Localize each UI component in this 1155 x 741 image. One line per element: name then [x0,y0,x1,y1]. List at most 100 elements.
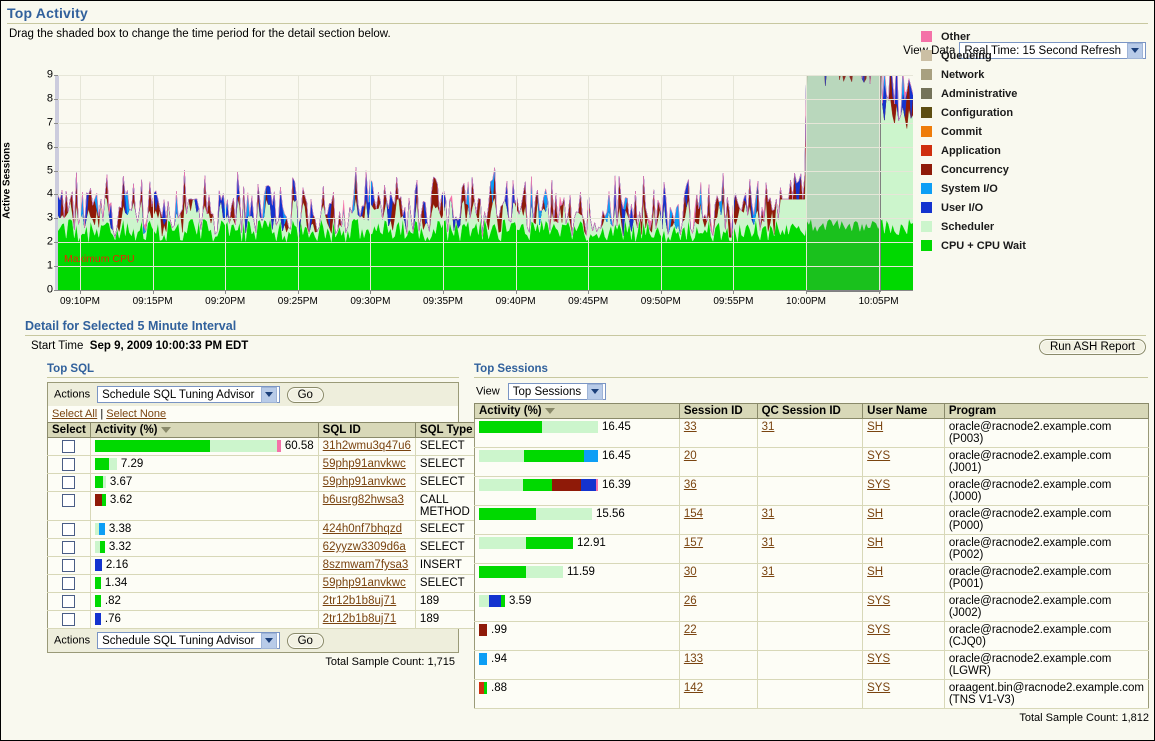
user-name-link[interactable]: SYS [867,595,890,607]
activity-bar-track [94,523,105,535]
select-none-link[interactable]: Select None [106,408,166,420]
row-select-cell [47,574,91,593]
row-select-cell [47,491,91,521]
top-sql-actions-select-bottom[interactable]: Schedule SQL Tuning Advisor [97,632,280,649]
sql-id-link[interactable]: 2tr12b1b8uj71 [323,613,397,625]
user-name-link[interactable]: SYS [867,479,890,491]
user-name-link[interactable]: SH [867,537,883,549]
chart-y-tick-mark [54,218,58,220]
row-checkbox[interactable] [62,559,76,572]
chart-x-tick-mark [80,290,81,294]
column-header-session-id[interactable]: Session ID [678,403,758,419]
session-id-link[interactable]: 22 [684,624,697,636]
activity-cell: 16.39 [474,476,680,506]
row-checkbox[interactable] [62,595,76,608]
user-name-link[interactable]: SYS [867,624,890,636]
user-name-link[interactable]: SH [867,566,883,578]
run-ash-report-button[interactable]: Run ASH Report [1038,339,1146,355]
row-checkbox[interactable] [62,577,76,590]
session-id-link[interactable]: 142 [684,682,703,694]
activity-bar-segment [581,479,596,491]
user-name-cell: SH [862,563,945,593]
top-sql-actions-select-top[interactable]: Schedule SQL Tuning Advisor [97,386,280,403]
column-header-sql-id[interactable]: SQL ID [317,422,416,438]
session-id-link[interactable]: 36 [684,479,697,491]
session-id-link[interactable]: 26 [684,595,697,607]
sql-id-link[interactable]: 59php91anvkwc [323,458,406,470]
top-sql-table[interactable]: Select Activity (%) SQL ID SQL Type 60.58 31h… [47,422,478,629]
user-name-link[interactable]: SYS [867,653,890,665]
sql-id-link[interactable]: 2tr12b1b8uj71 [323,595,397,607]
session-id-link[interactable]: 30 [684,566,697,578]
column-header-program[interactable]: Program [943,403,1150,419]
chart-x-tick-mark [660,290,662,294]
session-id-link[interactable]: 154 [684,508,703,520]
qc-session-id-link[interactable]: 31 [762,508,775,520]
activity-bar-segment [551,479,582,491]
activity-bar-segment [542,421,598,433]
chevron-down-icon[interactable] [260,386,277,403]
user-name-link[interactable]: SYS [867,682,890,694]
session-id-link[interactable]: 157 [684,537,703,549]
sql-id-link[interactable]: 31h2wmu3q47u6 [323,440,411,452]
row-checkbox[interactable] [62,458,76,471]
qc-session-id-link[interactable]: 31 [762,537,775,549]
sql-id-link[interactable]: 59php91anvkwc [323,577,406,589]
top-sql-go-button-top[interactable]: Go [286,386,324,403]
row-checkbox[interactable] [62,613,76,626]
chevron-down-icon[interactable] [260,632,277,649]
user-name-link[interactable]: SH [867,508,883,520]
sql-id-link[interactable]: b6usrg82hwsa3 [323,494,404,506]
legend-item-label: Concurrency [941,163,1009,176]
detail-section: Detail for Selected 5 Minute Interval St… [1,319,1154,355]
detail-tables: Top SQL Actions Schedule SQL Tuning Advi… [1,363,1154,724]
top-sessions-table[interactable]: Activity (%) Session ID QC Session ID User … [474,403,1150,709]
sort-descending-icon[interactable] [160,426,171,433]
row-checkbox[interactable] [62,440,76,453]
sql-id-link[interactable]: 62yyzw3309d6a [323,541,406,553]
sort-descending-icon[interactable] [544,407,555,414]
legend-item: Scheduler [921,217,1026,236]
user-name-link[interactable]: SYS [867,450,890,462]
column-header-activity[interactable]: Activity (%) [89,422,319,438]
top-sql-go-button-bottom[interactable]: Go [286,632,324,649]
chart-vertical-gridline [443,75,444,290]
column-header-activity[interactable]: Activity (%) [474,403,680,419]
select-all-link[interactable]: Select All [52,408,97,420]
activity-bar-segment [479,421,543,433]
sql-id-link[interactable]: 59php91anvkwc [323,476,406,488]
chart-x-axis [58,290,913,291]
session-id-link[interactable]: 20 [684,450,697,462]
row-checkbox[interactable] [62,494,76,507]
chevron-down-icon[interactable] [587,383,604,400]
row-checkbox[interactable] [62,523,76,536]
sql-id-link[interactable]: 8szmwam7fysa3 [323,559,409,571]
chart-plot-area[interactable]: Maximum CPU 0 1 2 3 4 5 6 7 8 9 09:10PM 09:15PM 09:2… [47,69,913,307]
legend-swatch-icon [921,31,932,42]
row-checkbox[interactable] [62,541,76,554]
activity-cell: 3.67 [90,473,319,492]
chevron-down-icon[interactable] [1127,42,1143,59]
chart-vertical-gridline [588,75,590,290]
top-sessions-view-select[interactable]: Top Sessions [507,383,607,400]
session-id-link[interactable]: 33 [684,421,697,433]
program-cell: oracle@racnode2.example.com (J000) [944,476,1149,506]
qc-session-id-link[interactable]: 31 [762,421,775,433]
user-name-link[interactable]: SH [867,421,883,433]
activity-bar: 3.38 [94,523,314,535]
table-row: 16.39 36 SYS oracle@racnode2.example.com (J… [474,476,1149,506]
actions-label-top: Actions [54,388,91,401]
qc-session-id-link[interactable]: 31 [762,566,775,578]
row-checkbox[interactable] [62,476,76,489]
activity-bar-track [94,541,105,553]
session-id-link[interactable]: 133 [684,653,703,665]
activity-bar: 16.39 [479,479,675,491]
chart-x-tick-label: 09:45PM [568,296,609,307]
column-header-select[interactable]: Select [47,422,91,438]
start-time-value: Sep 9, 2009 10:00:33 PM EDT [89,340,249,352]
sql-id-link[interactable]: 424h0nf7bhqzd [323,523,402,535]
activity-cell: 7.29 [90,455,319,474]
column-header-qc-session-id[interactable]: QC Session ID [756,403,864,419]
column-header-user-name[interactable]: User Name [862,403,945,419]
activity-bar-segment [479,566,527,578]
